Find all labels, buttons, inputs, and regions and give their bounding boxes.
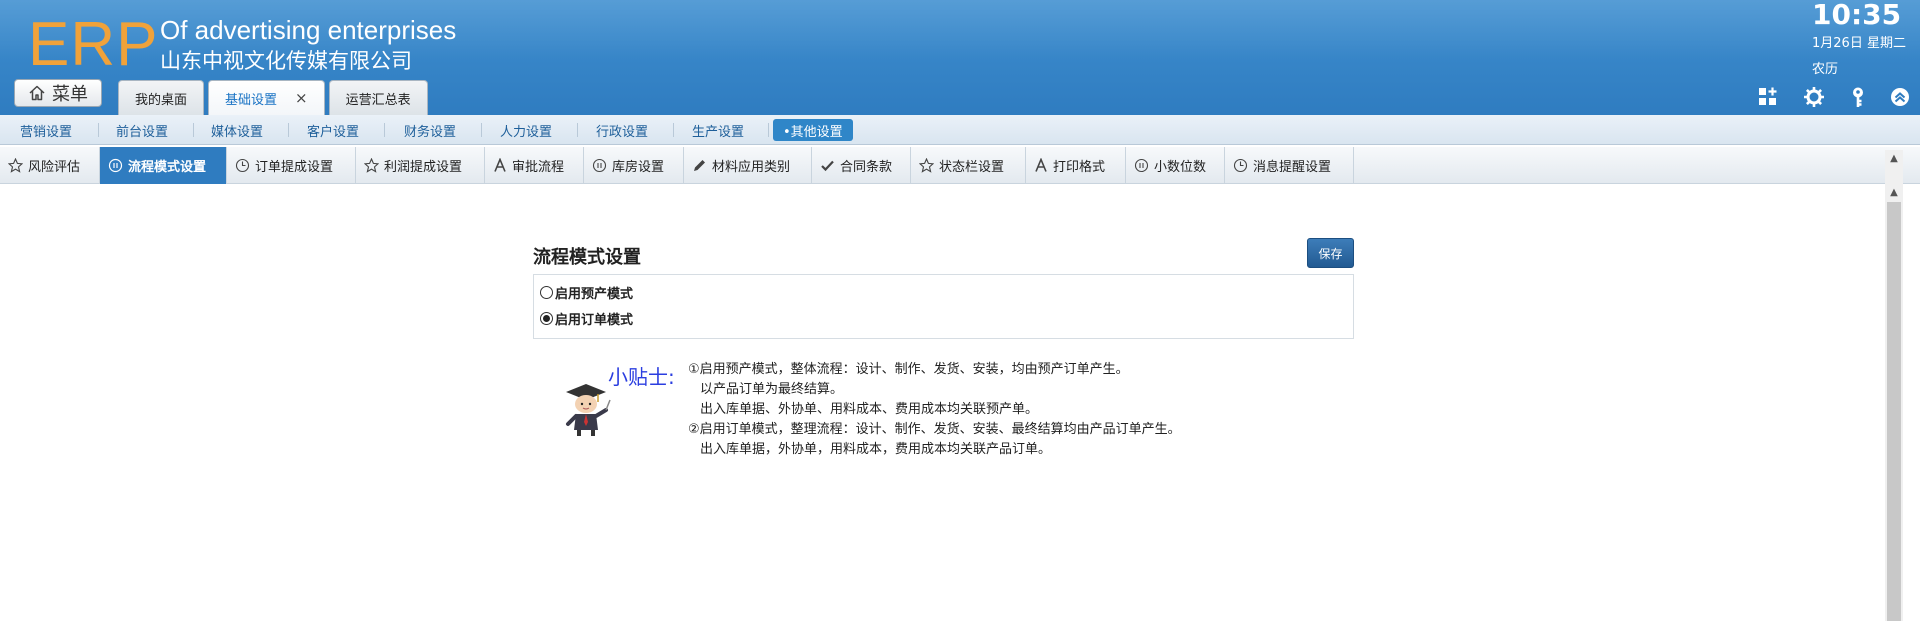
module-production[interactable]: 生产设置 <box>692 115 744 145</box>
subtab-label: 流程模式设置 <box>128 160 207 175</box>
subtab-label: 风险评估 <box>28 160 81 175</box>
key-icon[interactable] <box>1847 86 1869 108</box>
subtab-material-category[interactable]: 材料应用类别 <box>684 147 812 184</box>
tip-line: ②启用订单模式，整理流程：设计、制作、发货、安装、最终结算均由产品订单产生。 <box>688 422 1181 437</box>
module-front-desk[interactable]: 前台设置 <box>116 115 168 145</box>
tab-basic-settings[interactable]: 基础设置 × <box>208 80 325 115</box>
menu-button[interactable]: 菜单 <box>14 79 102 107</box>
subtab-label: 合同条款 <box>840 160 893 175</box>
tip-line: ①启用预产模式，整体流程：设计、制作、发货、安装，均由预产订单产生。 <box>688 362 1129 377</box>
module-separator <box>481 123 482 137</box>
subtab-label: 订单提成设置 <box>255 160 334 175</box>
module-separator <box>577 123 578 137</box>
pause-circle-icon <box>592 158 607 173</box>
clock-icon <box>235 158 250 173</box>
subtab-contract-terms[interactable]: 合同条款 <box>812 147 911 184</box>
subtab-label: 状态栏设置 <box>939 160 1005 175</box>
tab-label: 基础设置 <box>225 92 278 108</box>
option-preproduction-mode[interactable]: 启用预产模式 <box>540 282 633 302</box>
subtab-decimal-places[interactable]: 小数位数 <box>1126 147 1225 184</box>
tab-label: 运营汇总表 <box>345 92 411 108</box>
tab-my-desktop[interactable]: 我的桌面 <box>118 80 205 115</box>
option-label: 启用预产模式 <box>555 286 634 302</box>
module-separator <box>673 123 674 137</box>
tab-label: 我的桌面 <box>135 92 188 108</box>
subtab-order-commission[interactable]: 订单提成设置 <box>227 147 356 184</box>
gear-icon[interactable] <box>1803 86 1825 108</box>
window-tabs: 我的桌面 基础设置 × 运营汇总表 <box>118 80 428 115</box>
subtab-flow-mode[interactable]: 流程模式设置 <box>100 147 227 184</box>
star-outline-icon <box>8 158 23 173</box>
star-outline-icon <box>364 158 379 173</box>
company-name: 山东中视文化传媒有限公司 <box>160 49 412 73</box>
module-marketing[interactable]: 营销设置 <box>20 115 72 145</box>
menu-button-label: 菜单 <box>52 84 88 105</box>
subtab-warehouse[interactable]: 库房设置 <box>584 147 684 184</box>
subtab-label: 审批流程 <box>512 160 565 175</box>
module-separator <box>768 123 769 137</box>
module-finance[interactable]: 财务设置 <box>404 115 456 145</box>
radio-preproduction[interactable] <box>540 285 553 299</box>
tab-operations-summary[interactable]: 运营汇总表 <box>328 80 428 115</box>
subtab-label: 利润提成设置 <box>384 160 463 175</box>
module-hr[interactable]: 人力设置 <box>500 115 552 145</box>
letter-a-icon <box>1035 158 1047 172</box>
option-order-mode[interactable]: 启用订单模式 <box>540 308 633 328</box>
scrollbar-thumb[interactable] <box>1887 202 1901 621</box>
subtab-status-bar[interactable]: 状态栏设置 <box>911 147 1026 184</box>
app-logo: ERP <box>28 10 159 79</box>
module-media[interactable]: 媒体设置 <box>211 115 263 145</box>
module-separator <box>193 123 194 137</box>
collapse-up-icon[interactable] <box>1889 86 1911 108</box>
apps-grid-icon[interactable] <box>1757 86 1779 108</box>
clock-time: 10:35 <box>1812 0 1902 31</box>
module-separator <box>288 123 289 137</box>
tip-line: 出入库单据、外协单、用料成本、费用成本均关联预产单。 <box>700 402 1039 417</box>
subtab-label: 小数位数 <box>1154 160 1207 175</box>
module-nav: 营销设置 前台设置 媒体设置 客户设置 财务设置 人力设置 行政设置 生产设置 … <box>0 115 1920 145</box>
subtab-risk-assessment[interactable]: 风险评估 <box>0 147 100 184</box>
subtab-approval-flow[interactable]: 审批流程 <box>485 147 584 184</box>
scroll-up-icon[interactable]: ▲ <box>1885 150 1903 166</box>
pencil-icon <box>694 160 705 171</box>
tip-line: 以产品订单为最终结算。 <box>700 382 844 397</box>
tip-line: 出入库单据，外协单，用料成本，费用成本均关联产品订单。 <box>700 442 1052 457</box>
vertical-scrollbar[interactable]: ▲ ▲ <box>1885 150 1903 621</box>
app-header: ERP Of advertising enterprises 山东中视文化传媒有… <box>0 0 1920 115</box>
subtab-label: 打印格式 <box>1053 160 1106 175</box>
close-icon[interactable]: × <box>295 89 308 107</box>
check-icon <box>821 160 834 172</box>
scroll-up-icon[interactable]: ▲ <box>1885 184 1903 200</box>
module-separator <box>98 123 99 137</box>
subtab-label: 消息提醒设置 <box>1253 160 1332 175</box>
tips-text: ①启用预产模式，整体流程：设计、制作、发货、安装，均由预产订单产生。 以产品订单… <box>688 360 1181 460</box>
pause-circle-icon <box>108 158 123 173</box>
module-other-settings[interactable]: •其他设置 <box>773 119 853 141</box>
pause-circle-icon <box>1134 158 1149 173</box>
module-separator <box>384 123 385 137</box>
radio-order[interactable] <box>540 311 553 325</box>
save-button[interactable]: 保存 <box>1307 238 1354 268</box>
module-customer[interactable]: 客户设置 <box>307 115 359 145</box>
lunar-label: 农历 <box>1812 62 1839 77</box>
app-slogan: Of advertising enterprises <box>160 15 457 45</box>
letter-a-icon <box>494 158 506 172</box>
home-icon <box>29 85 45 101</box>
mascot-graduate-icon <box>566 384 611 436</box>
settings-subnav: 风险评估 流程模式设置 订单提成设置 利润提成设置 审批流程 库房设置 材料应用… <box>0 147 1920 184</box>
subtab-message-reminder[interactable]: 消息提醒设置 <box>1225 147 1354 184</box>
tips-label: 小贴士: <box>608 365 675 389</box>
subtab-label: 材料应用类别 <box>712 160 791 175</box>
module-admin[interactable]: 行政设置 <box>596 115 648 145</box>
subtab-label: 库房设置 <box>612 160 665 175</box>
page-title: 流程模式设置 <box>533 247 641 268</box>
clock-date: 1月26日 星期二 <box>1812 36 1906 51</box>
star-outline-icon <box>919 158 934 173</box>
clock-icon <box>1233 158 1248 173</box>
option-label: 启用订单模式 <box>555 312 634 328</box>
subtab-print-format[interactable]: 打印格式 <box>1026 147 1126 184</box>
flow-mode-options: 启用预产模式 启用订单模式 <box>533 274 1354 339</box>
subtab-profit-commission[interactable]: 利润提成设置 <box>356 147 485 184</box>
